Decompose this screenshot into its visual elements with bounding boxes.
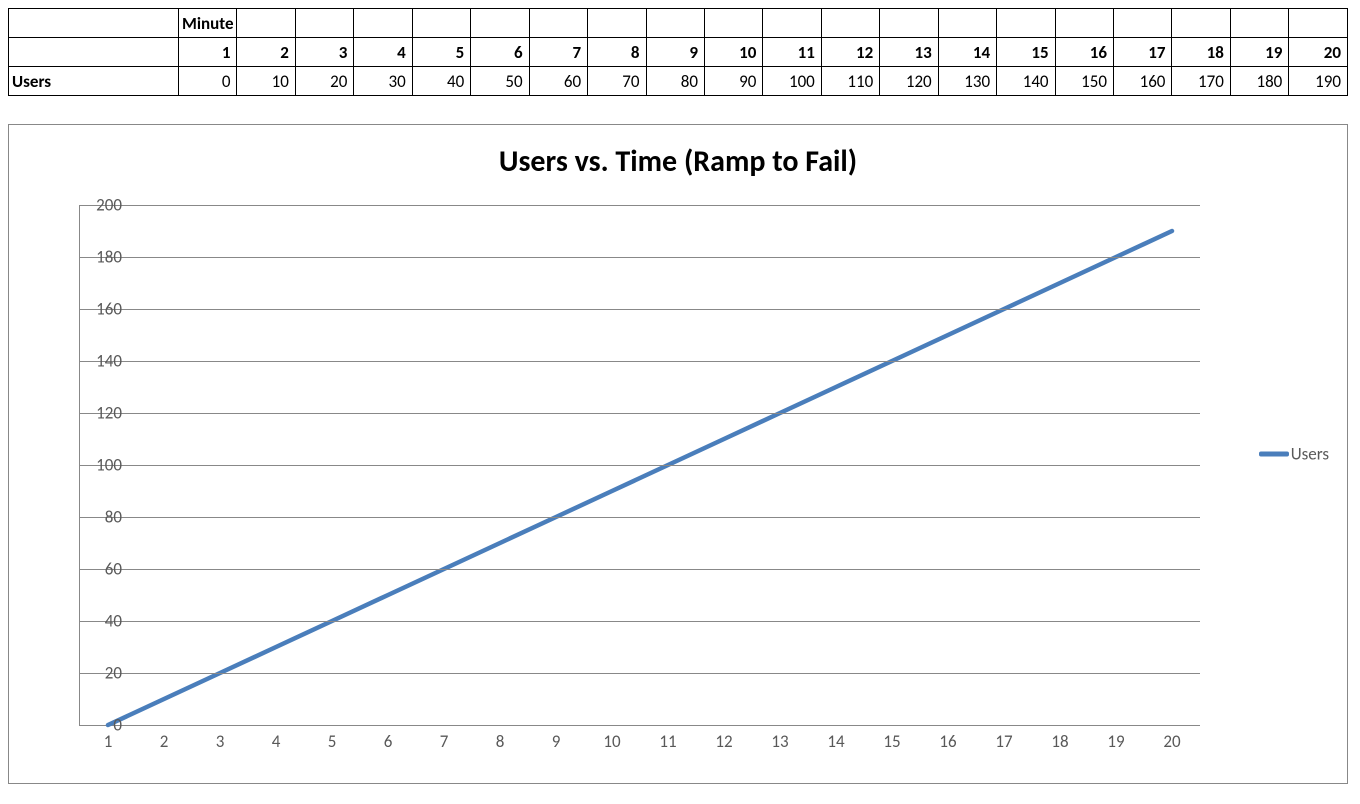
table-row: Minute	[9, 9, 1348, 38]
y-axis-tick: 40	[78, 611, 122, 632]
x-axis-tick: 19	[1096, 731, 1136, 752]
gridline	[80, 257, 1200, 258]
table-cell-users: 50	[471, 67, 529, 96]
table-cell-minute: 8	[588, 38, 646, 67]
table-cell-users: 120	[880, 67, 938, 96]
table-cell-users: 80	[646, 67, 704, 96]
x-axis-tick: 2	[144, 731, 184, 752]
y-axis-tick: 160	[78, 299, 122, 320]
table-cell-users: 10	[237, 67, 295, 96]
table-cell-users: 70	[588, 67, 646, 96]
table-cell-minute: 12	[821, 38, 879, 67]
table-cell-minute: 5	[412, 38, 470, 67]
table-cell-users: 180	[1230, 67, 1288, 96]
table-cell-minute: 6	[471, 38, 529, 67]
table-cell-minute: 17	[1114, 38, 1172, 67]
gridline	[80, 569, 1200, 570]
x-axis-tick: 11	[648, 731, 688, 752]
x-axis-tick: 16	[928, 731, 968, 752]
table-cell-minute: 13	[880, 38, 938, 67]
gridline	[80, 205, 1200, 206]
table-cell-minute: 15	[997, 38, 1055, 67]
gridline	[80, 309, 1200, 310]
x-axis-tick: 17	[984, 731, 1024, 752]
table-cell-users: 20	[295, 67, 353, 96]
x-axis-tick: 7	[424, 731, 464, 752]
gridline	[80, 361, 1200, 362]
table-cell-blank	[9, 38, 179, 67]
x-axis-tick: 4	[256, 731, 296, 752]
gridline	[80, 517, 1200, 518]
plot-wrap: 0204060801001201401601802001234567891011…	[31, 205, 1211, 765]
x-axis-tick: 3	[200, 731, 240, 752]
x-axis-tick: 20	[1152, 731, 1192, 752]
table-cell-minute: 18	[1172, 38, 1230, 67]
table-cell-users: 140	[997, 67, 1055, 96]
table-cell-minute: 4	[354, 38, 412, 67]
table-cell-minute: 14	[938, 38, 996, 67]
table-cell-users: 40	[412, 67, 470, 96]
y-axis-tick: 60	[78, 559, 122, 580]
table-cell-minute: 16	[1055, 38, 1113, 67]
table-cell-blank	[9, 9, 179, 38]
table-cell-minute: 3	[295, 38, 353, 67]
x-axis-tick: 13	[760, 731, 800, 752]
table-cell-minute: 11	[763, 38, 821, 67]
data-table: Minute 1234567891011121314151617181920 U…	[8, 8, 1348, 96]
x-axis-tick: 1	[88, 731, 128, 752]
table-cell-minute: 19	[1230, 38, 1288, 67]
table-cell-minute: 2	[237, 38, 295, 67]
y-axis-tick: 100	[78, 455, 122, 476]
table-cell-users: 160	[1114, 67, 1172, 96]
gridline	[80, 465, 1200, 466]
series-line-users	[108, 231, 1172, 725]
legend-label: Users	[1291, 444, 1329, 465]
table-cell-users: 100	[763, 67, 821, 96]
chart-container: Users vs. Time (Ramp to Fail) 0204060801…	[8, 124, 1348, 784]
y-axis-tick: 80	[78, 507, 122, 528]
y-axis-tick: 140	[78, 351, 122, 372]
table-cell-users: 170	[1172, 67, 1230, 96]
y-axis-tick: 20	[78, 663, 122, 684]
table-cell-users: 30	[354, 67, 412, 96]
table-row-label-users: Users	[9, 67, 179, 96]
table-cell-minute: 10	[704, 38, 762, 67]
table-cell-users: 150	[1055, 67, 1113, 96]
table-row: 1234567891011121314151617181920	[9, 38, 1348, 67]
x-axis-tick: 15	[872, 731, 912, 752]
x-axis-tick: 10	[592, 731, 632, 752]
table-row: Users 0102030405060708090100110120130140…	[9, 67, 1348, 96]
x-axis-tick: 9	[536, 731, 576, 752]
chart-title: Users vs. Time (Ramp to Fail)	[9, 125, 1347, 180]
table-cell-users: 190	[1289, 67, 1348, 96]
table-header-minute: Minute	[179, 9, 237, 38]
table-cell-users: 60	[529, 67, 587, 96]
chart-legend: Users	[1259, 444, 1329, 465]
legend-swatch	[1259, 452, 1289, 457]
table-cell-minute: 7	[529, 38, 587, 67]
table-cell-users: 110	[821, 67, 879, 96]
table-cell-users: 0	[179, 67, 237, 96]
table-cell-users: 90	[704, 67, 762, 96]
table-cell-users: 130	[938, 67, 996, 96]
gridline	[80, 621, 1200, 622]
x-axis-tick: 18	[1040, 731, 1080, 752]
y-axis-tick: 120	[78, 403, 122, 424]
y-axis-tick: 180	[78, 247, 122, 268]
table-cell-minute: 20	[1289, 38, 1348, 67]
x-axis-tick: 14	[816, 731, 856, 752]
x-axis-tick: 12	[704, 731, 744, 752]
table-cell-minute: 9	[646, 38, 704, 67]
gridline	[80, 673, 1200, 674]
plot-area: 0204060801001201401601802001234567891011…	[79, 205, 1200, 726]
x-axis-tick: 8	[480, 731, 520, 752]
x-axis-tick: 6	[368, 731, 408, 752]
y-axis-tick: 200	[78, 195, 122, 216]
gridline	[80, 413, 1200, 414]
x-axis-tick: 5	[312, 731, 352, 752]
table-cell-minute: 1	[179, 38, 237, 67]
